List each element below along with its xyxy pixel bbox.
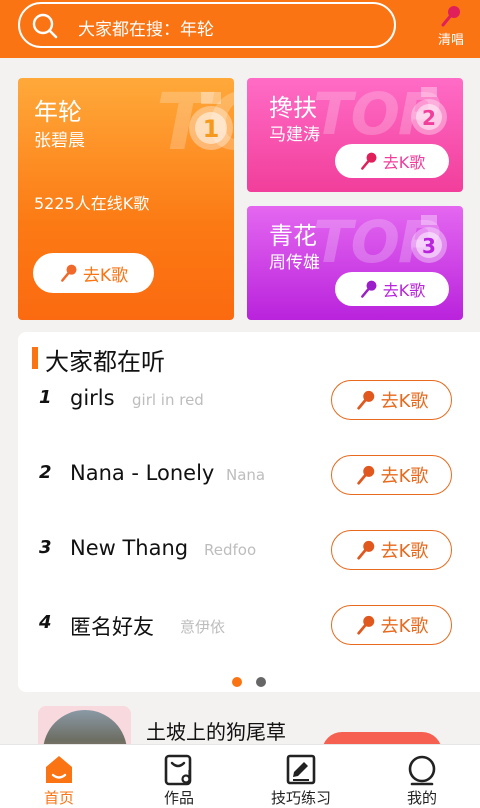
card-artist: 马建涛 — [269, 125, 320, 145]
page-dot[interactable] — [256, 677, 266, 687]
microphone-icon — [356, 615, 374, 635]
rank-medal-icon: 3 — [411, 215, 447, 263]
microphone-icon — [360, 152, 377, 170]
song-name: Nana - Lonely — [70, 461, 215, 485]
search-placeholder: 大家都在搜：年轮 — [78, 20, 214, 40]
top-card-1[interactable]: TOP 1 年轮 张碧晨 5225人在线K歌 去K歌 — [18, 78, 234, 320]
song-rank: 2 — [39, 462, 52, 483]
card-song-title: 年轮 — [34, 98, 82, 126]
section-title: 大家都在听 — [45, 348, 165, 376]
nav-label: 技巧练习 — [270, 789, 331, 807]
sing-button[interactable]: 去K歌 — [331, 380, 452, 420]
song-artist: Nana — [226, 466, 266, 484]
top-header: 大家都在搜：年轮 清唱 — [0, 0, 480, 58]
microphone-icon — [356, 390, 374, 410]
microphone-icon — [360, 280, 377, 298]
online-count: 5225人在线K歌 — [34, 194, 150, 213]
card-artist: 张碧晨 — [34, 131, 85, 151]
rank-medal-icon: 1 — [189, 92, 233, 150]
works-icon — [164, 754, 192, 786]
sing-button[interactable]: 去K歌 — [335, 272, 449, 306]
song-row[interactable]: 1 girls girl in red 去K歌 — [18, 378, 480, 422]
rank-medal-icon: 2 — [411, 87, 447, 135]
song-rank: 4 — [39, 612, 52, 633]
profile-icon — [408, 755, 436, 786]
sing-button-label: 去K歌 — [380, 541, 429, 562]
nav-item-profile[interactable]: 我的 — [377, 753, 467, 808]
microphone-icon — [356, 465, 374, 485]
search-icon — [32, 13, 58, 39]
song-artist: girl in red — [132, 391, 204, 409]
song-rank: 1 — [39, 387, 52, 408]
microphone-icon — [441, 6, 460, 27]
home-icon — [46, 756, 72, 783]
sing-button[interactable]: 去K歌 — [33, 253, 154, 293]
sing-button-label: 去K歌 — [382, 153, 426, 172]
song-name: 匿名好友 — [70, 615, 154, 639]
qingchang-button[interactable]: 清唱 — [430, 4, 472, 48]
bottom-nav: 首页 作品 技巧练习 我的 — [0, 744, 480, 808]
search-bar[interactable]: 大家都在搜：年轮 — [18, 2, 396, 48]
song-rank: 3 — [39, 537, 52, 558]
nav-label: 首页 — [43, 789, 74, 807]
song-row[interactable]: 2 Nana - Lonely Nana 去K歌 — [18, 453, 480, 497]
sing-button[interactable]: 去K歌 — [331, 605, 452, 645]
page-dot-active[interactable] — [232, 677, 242, 687]
nav-label: 作品 — [163, 789, 194, 807]
section-accent-bar — [32, 347, 38, 369]
rank-number: 2 — [422, 106, 436, 130]
song-name: New Thang — [70, 536, 189, 560]
sing-button[interactable]: 去K歌 — [331, 530, 452, 570]
song-row[interactable]: 4 匿名好友 意伊依 去K歌 — [18, 603, 480, 647]
rank-number: 3 — [422, 234, 436, 258]
song-row[interactable]: 3 New Thang Redfoo 去K歌 — [18, 528, 480, 572]
next-song-title[interactable]: 土坡上的狗尾草 — [146, 716, 286, 745]
card-song-title: 搀扶 — [269, 94, 317, 122]
sing-button[interactable]: 去K歌 — [331, 455, 452, 495]
practice-icon — [286, 754, 316, 785]
song-artist: 意伊依 — [180, 618, 226, 636]
microphone-icon — [61, 264, 77, 282]
microphone-icon — [356, 540, 374, 560]
page-indicator — [232, 677, 266, 687]
sing-button-label: 去K歌 — [380, 391, 429, 412]
card-song-title: 青花 — [269, 222, 317, 250]
sing-button-label: 去K歌 — [382, 281, 426, 300]
sing-button[interactable]: 去K歌 — [335, 144, 449, 178]
sing-button-label: 去K歌 — [82, 265, 129, 286]
rank-number: 1 — [203, 115, 220, 143]
qingchang-label: 清唱 — [437, 33, 464, 48]
nav-label: 我的 — [406, 789, 437, 807]
listening-panel: 大家都在听 1 girls girl in red 去K歌 2 Nana - L… — [18, 332, 480, 692]
song-name: girls — [70, 386, 115, 410]
card-artist: 周传雄 — [269, 253, 320, 273]
sing-button-label: 去K歌 — [380, 616, 429, 637]
nav-item-practice[interactable]: 技巧练习 — [256, 753, 346, 808]
song-artist: Redfoo — [204, 541, 257, 559]
top-card-3[interactable]: TOP 3 青花 周传雄 去K歌 — [247, 206, 463, 320]
nav-item-works[interactable]: 作品 — [134, 753, 224, 808]
sing-button-label: 去K歌 — [380, 466, 429, 487]
top-card-2[interactable]: TOP 2 搀扶 马建涛 去K歌 — [247, 78, 463, 192]
nav-item-home[interactable]: 首页 — [14, 753, 104, 808]
